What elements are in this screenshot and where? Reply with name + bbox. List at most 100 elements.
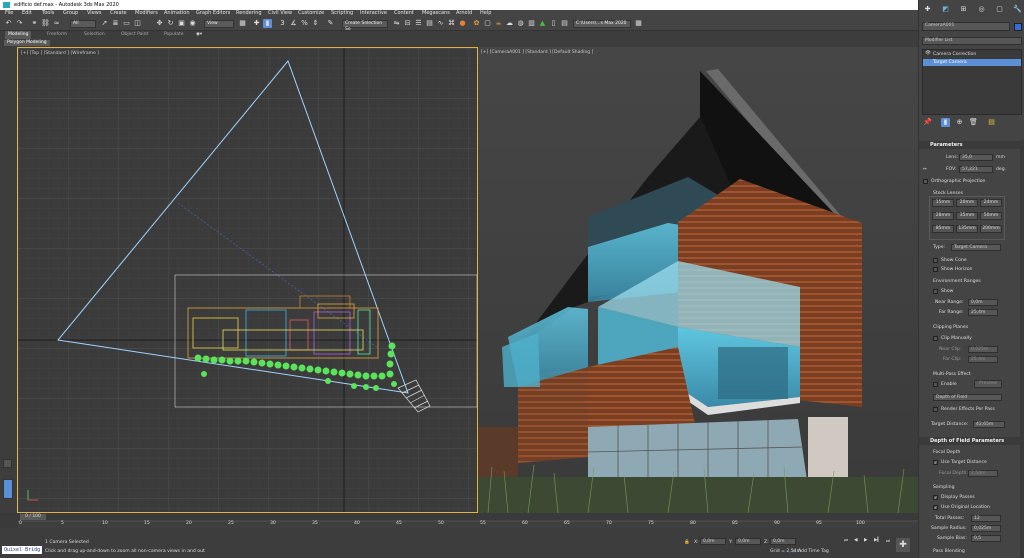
modifier-list-dropdown[interactable]: Modifier List <box>922 37 1022 45</box>
modifier-target-camera[interactable]: Target Camera <box>923 59 1021 66</box>
far-clip-field[interactable]: 25,4m <box>968 356 998 363</box>
previous-frame-icon[interactable]: ◀ <box>854 538 858 543</box>
play-icon[interactable]: ▶ <box>864 538 868 543</box>
object-color-swatch[interactable] <box>1014 23 1022 31</box>
menu-content[interactable]: Content <box>394 10 414 17</box>
render-setup-icon[interactable]: ✿ <box>472 19 481 28</box>
snaps-toggle-icon[interactable]: 3 <box>278 19 287 28</box>
x-field[interactable]: 0,0m <box>700 538 726 545</box>
menu-create[interactable]: Create <box>110 10 127 17</box>
multipass-enable-checkbox[interactable] <box>933 382 938 387</box>
lens-24mm-button[interactable]: 24mm <box>980 199 1002 207</box>
use-target-distance-checkbox[interactable]: ✓ <box>933 460 938 465</box>
viewport-layout-active-icon[interactable] <box>3 479 13 499</box>
select-object-icon[interactable]: ➚ <box>100 19 109 28</box>
menu-animation[interactable]: Animation <box>164 10 190 17</box>
render-production-icon[interactable]: ☕ <box>494 19 503 28</box>
tab-selection[interactable]: Selection <box>84 31 105 39</box>
target-distance-field[interactable]: 42,65m <box>973 421 1005 428</box>
undo-icon[interactable]: ↶ <box>4 19 13 28</box>
preview-button[interactable]: Preview <box>974 380 1002 388</box>
rect-selection-icon[interactable]: ▭ <box>122 19 131 28</box>
total-passes-field[interactable]: 12 <box>971 515 1001 522</box>
tab-freeform[interactable]: Freeform <box>47 31 67 39</box>
camera-type-dropdown[interactable]: Target Camera <box>951 244 1001 251</box>
display-tab-icon[interactable]: ▢ <box>995 5 1004 14</box>
maxscript-icon[interactable]: ▲ <box>538 19 547 28</box>
menu-rendering[interactable]: Rendering <box>236 10 262 17</box>
redo-icon[interactable]: ↷ <box>15 19 24 28</box>
selection-filter-dropdown[interactable]: All <box>70 20 96 28</box>
utilities-tab-icon[interactable]: 🔧 <box>1013 5 1022 14</box>
scale-icon[interactable]: ▣ <box>177 19 186 28</box>
go-to-end-icon[interactable]: ⏭ <box>886 538 890 544</box>
set-project-icon[interactable]: ▤ <box>560 19 569 28</box>
modify-tab-icon[interactable]: ◩ <box>941 5 950 14</box>
place-icon[interactable]: ◉ <box>188 19 197 28</box>
menu-civil-view[interactable]: Civil View <box>268 10 292 17</box>
lens-50mm-button[interactable]: 50mm <box>980 212 1002 220</box>
make-unique-icon[interactable]: ⊕ <box>955 118 964 127</box>
spinner-snap-icon[interactable]: ⇕ <box>311 19 320 28</box>
menu-scripting[interactable]: Scripting <box>331 10 353 17</box>
menu-graph-editors[interactable]: Graph Editors <box>196 10 230 17</box>
display-passes-checkbox[interactable]: ✓ <box>933 495 938 500</box>
y-field[interactable]: 0,0m <box>735 538 761 545</box>
next-frame-icon[interactable]: ▶▎ <box>874 538 881 543</box>
link-icon[interactable]: ⚭ <box>30 19 39 28</box>
a360-gallery-icon[interactable]: ◍ <box>516 19 525 28</box>
menu-modifiers[interactable]: Modifiers <box>135 10 158 17</box>
command-panel-scrollbar[interactable] <box>1020 140 1024 558</box>
lens-200mm-button[interactable]: 200mm <box>980 225 1002 233</box>
menu-arnold[interactable]: Arnold <box>456 10 472 17</box>
dof-parameters-rollout[interactable]: Depth of Field Parameters <box>919 437 1024 445</box>
render-effects-checkbox[interactable] <box>933 407 938 412</box>
near-clip-field[interactable]: 0,025m <box>968 346 998 353</box>
select-by-name-icon[interactable]: ≣ <box>111 19 120 28</box>
tab-modeling[interactable]: Modeling <box>5 31 32 39</box>
render-in-cloud-icon[interactable]: ☁ <box>505 19 514 28</box>
go-to-start-icon[interactable]: ⏮ <box>844 538 848 544</box>
multipass-effect-dropdown[interactable]: Depth of Field <box>933 394 1002 401</box>
window-crossing-icon[interactable]: ◫ <box>133 19 142 28</box>
near-range-field[interactable]: 0,0m <box>968 299 998 306</box>
fov-direction-icon[interactable]: ↔ <box>923 167 927 172</box>
viewport-camera[interactable]: [+] [CameraA001 ] [Standard ] [Default S… <box>478 47 918 513</box>
viewport-layout-tab-icon[interactable] <box>3 459 12 468</box>
bind-space-warp-icon[interactable]: ≈ <box>52 19 61 28</box>
zoom-all-icon[interactable]: ✚ <box>896 538 910 552</box>
lens-20mm-button[interactable]: 20mm <box>956 199 978 207</box>
menu-interactive[interactable]: Interactive <box>360 10 387 17</box>
edit-named-selection-icon[interactable]: ✎ <box>326 19 335 28</box>
far-range-field[interactable]: 25,4m <box>968 309 998 316</box>
schematic-view-icon[interactable]: ⌘ <box>447 19 456 28</box>
maxscript-listener[interactable]: Quixel Bridg <box>2 546 42 554</box>
move-icon[interactable]: ✥ <box>155 19 164 28</box>
focal-depth-field[interactable]: 2,54m <box>968 470 998 477</box>
select-manipulate-icon[interactable]: ✚ <box>252 19 261 28</box>
motion-tab-icon[interactable]: ◎ <box>977 5 986 14</box>
ribbon-options-icon[interactable]: ◉▾ <box>196 31 202 39</box>
viewport-label-camera[interactable]: [+] [CameraA001 ] [Standard ] [Default S… <box>481 50 593 55</box>
rendered-frame-window-icon[interactable]: ▢ <box>483 19 492 28</box>
menu-customize[interactable]: Customize <box>298 10 324 17</box>
sample-bias-field[interactable]: 0,5 <box>971 535 1001 542</box>
unlink-icon[interactable]: ⛓ <box>41 19 50 28</box>
percent-snap-icon[interactable]: % <box>300 19 309 28</box>
modifier-eye-icon[interactable]: 👁 <box>925 51 931 56</box>
layer-explorer-icon[interactable]: ☰ <box>414 19 423 28</box>
clip-manually-checkbox[interactable] <box>933 336 938 341</box>
material-editor-icon[interactable]: ● <box>458 19 467 28</box>
env-show-checkbox[interactable] <box>933 289 938 294</box>
show-horizon-checkbox[interactable] <box>933 267 938 272</box>
add-time-tag[interactable]: Add Time Tag <box>798 549 829 554</box>
menu-edit[interactable]: Edit <box>22 10 32 17</box>
tab-object-paint[interactable]: Object Paint <box>121 31 148 39</box>
keyboard-shortcut-icon[interactable]: ▮ <box>263 19 272 28</box>
lens-35mm-button[interactable]: 35mm <box>956 212 978 220</box>
menu-tools[interactable]: Tools <box>42 10 54 17</box>
viewport-label-top[interactable]: [+] [Top ] [Standard ] [Wireframe ] <box>21 51 99 56</box>
modifier-camera-correction[interactable]: Camera Correction <box>923 51 1021 58</box>
show-cone-checkbox[interactable] <box>933 258 938 263</box>
toggle-ribbon-icon[interactable]: ▤ <box>425 19 434 28</box>
